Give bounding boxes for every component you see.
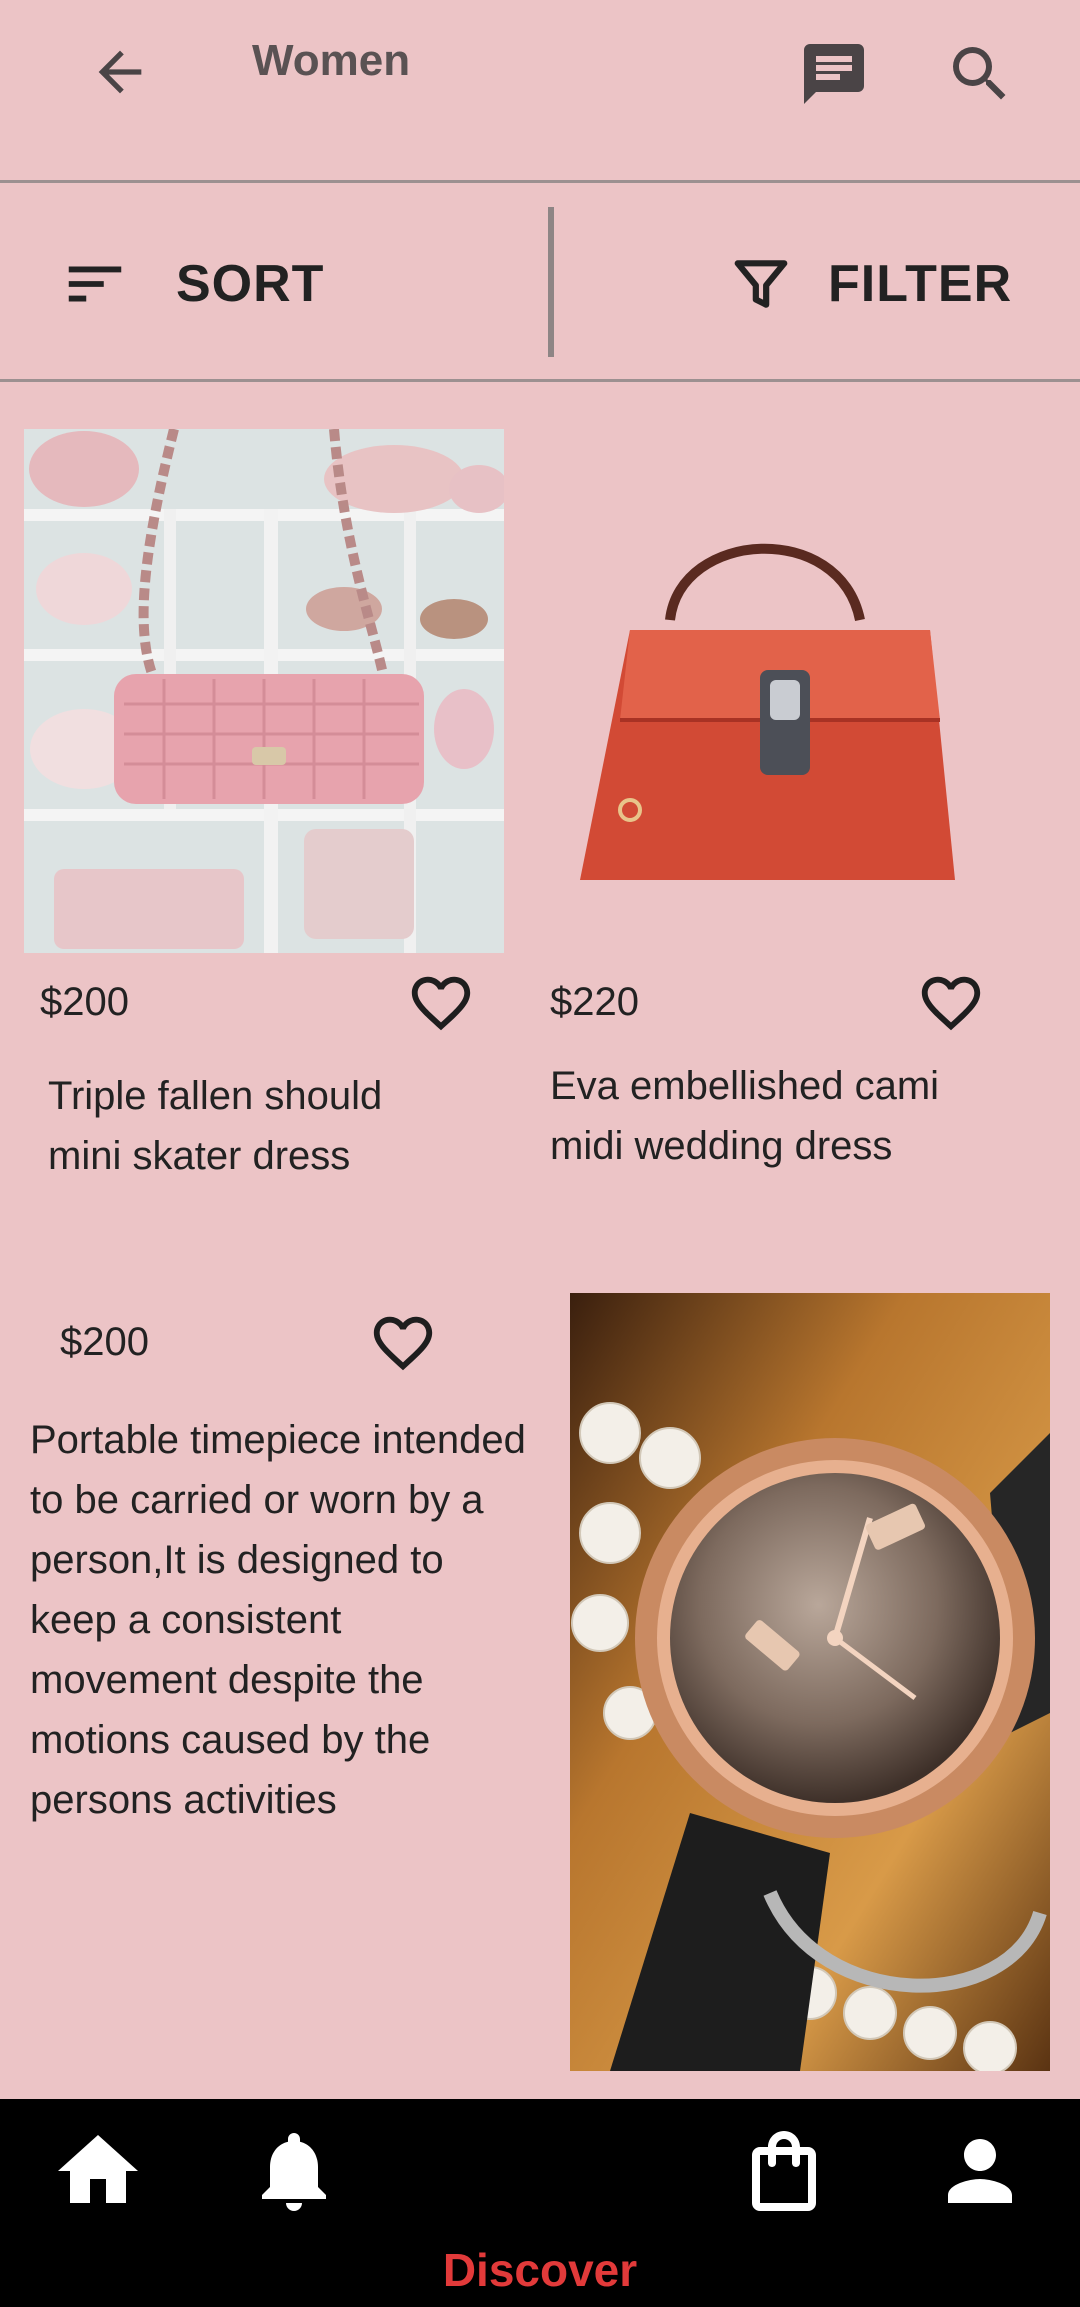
top-app-bar: Women bbox=[0, 0, 1080, 182]
shopping-bag-icon[interactable] bbox=[736, 2123, 832, 2219]
page-title: Women bbox=[252, 36, 411, 85]
product-price: $200 bbox=[60, 1320, 149, 1364]
favorite-heart-icon[interactable] bbox=[368, 1308, 438, 1378]
search-icon[interactable] bbox=[944, 38, 1016, 110]
bottom-navigation: Discover bbox=[0, 2099, 1080, 2307]
product-price: $220 bbox=[550, 980, 639, 1024]
sort-filter-bar: SORT FILTER bbox=[0, 183, 1080, 379]
sort-filter-divider bbox=[548, 207, 554, 357]
filter-icon bbox=[734, 260, 788, 308]
person-icon[interactable] bbox=[932, 2123, 1028, 2219]
product-name[interactable]: Eva embellished cami midi wedding dress bbox=[550, 1056, 1010, 1176]
app-root: Women SORT FILTER $200 Triple fallen sho… bbox=[0, 0, 1080, 2307]
product-name[interactable]: Portable timepiece intended to be carrie… bbox=[30, 1410, 530, 1830]
filter-button[interactable]: FILTER bbox=[730, 239, 1030, 329]
sort-label: SORT bbox=[176, 255, 325, 313]
arrow-back-icon[interactable] bbox=[88, 40, 152, 104]
product-image-red-handbag[interactable] bbox=[560, 510, 980, 890]
product-name[interactable]: Triple fallen should mini skater dress bbox=[48, 1066, 448, 1186]
sort-icon bbox=[68, 266, 122, 302]
product-price: $200 bbox=[40, 980, 129, 1024]
sort-button[interactable]: SORT bbox=[60, 239, 360, 329]
product-image-watch[interactable] bbox=[570, 1293, 1050, 2071]
nav-discover-label[interactable]: Discover bbox=[0, 2243, 1080, 2297]
filter-label: FILTER bbox=[828, 255, 1013, 313]
chat-icon[interactable] bbox=[798, 38, 870, 110]
home-icon[interactable] bbox=[50, 2123, 146, 2219]
favorite-heart-icon[interactable] bbox=[406, 968, 476, 1038]
notifications-icon[interactable] bbox=[246, 2123, 342, 2219]
sortbar-divider bbox=[0, 379, 1080, 382]
favorite-heart-icon[interactable] bbox=[916, 968, 986, 1038]
product-image-pink-handbag[interactable] bbox=[24, 429, 504, 953]
